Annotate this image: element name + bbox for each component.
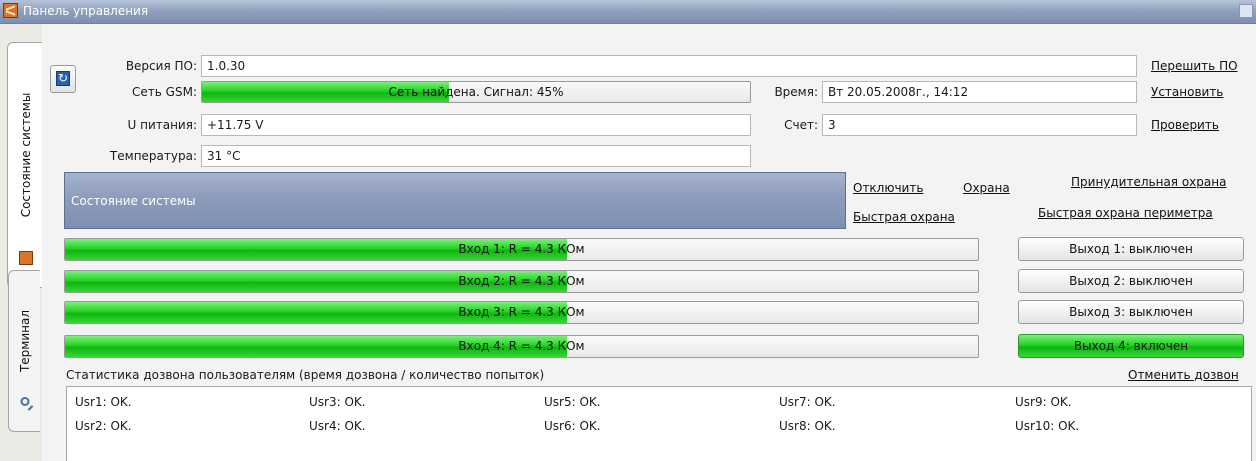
firmware-version-field: 1.0.30: [201, 55, 1137, 77]
user-stat-item: Usr8: OK.: [779, 419, 836, 433]
cancel-dialing-link[interactable]: Отменить дозвон: [1128, 368, 1239, 382]
tab-terminal-label: Терминал: [17, 310, 32, 373]
gsm-label: Сеть GSM:: [132, 85, 197, 99]
user-stat-item: Usr7: OK.: [779, 395, 836, 409]
check-account-link[interactable]: Проверить: [1151, 118, 1219, 132]
title-bar: Панель управления: [0, 0, 1256, 24]
user-stat-item: Usr9: OK.: [1015, 395, 1072, 409]
user-stat-item: Usr1: OK.: [75, 395, 132, 409]
input-2-bar: Вход 2: R = 4.3 КОм: [64, 270, 979, 293]
input-3-label: Вход 3: R = 4.3 КОм: [458, 305, 585, 319]
tab-system-state[interactable]: Состояние системы: [7, 42, 43, 288]
account-label: Счет:: [784, 118, 818, 132]
refresh-button[interactable]: ↻: [50, 65, 76, 93]
system-state-panel: Состояние системы: [64, 172, 846, 229]
account-field: 3: [822, 114, 1137, 136]
quick-arm-link[interactable]: Быстрая охрана: [853, 210, 955, 224]
input-4-label: Вход 4: R = 4.3 КОм: [458, 339, 585, 353]
time-label: Время:: [774, 85, 818, 99]
control-panel-window: Панель управления Состояние системы Терм…: [0, 0, 1256, 461]
window-title: Панель управления: [23, 4, 149, 18]
disarm-link[interactable]: Отключить: [853, 181, 923, 195]
input-2-label: Вход 2: R = 4.3 КОм: [458, 274, 585, 288]
user-stat-item: Usr5: OK.: [544, 395, 601, 409]
voltage-label: U питания:: [127, 118, 198, 132]
magnifier-handle: [27, 405, 33, 411]
input-1-bar: Вход 1: R = 4.3 КОм: [64, 238, 979, 261]
output-4-button[interactable]: Выход 4: включен: [1018, 334, 1244, 358]
output-1-button[interactable]: Выход 1: выключен: [1018, 237, 1244, 261]
refresh-icon: ↻: [56, 71, 70, 86]
reflash-firmware-link[interactable]: Перешить ПО: [1151, 59, 1238, 73]
user-stat-item: Usr6: OK.: [544, 419, 601, 433]
user-stat-item: Usr4: OK.: [309, 419, 366, 433]
output-2-button[interactable]: Выход 2: выключен: [1018, 269, 1244, 293]
temperature-field: 31 °C: [201, 145, 751, 167]
user-stat-item: Usr3: OK.: [309, 395, 366, 409]
system-state-title: Состояние системы: [71, 194, 196, 208]
call-stats-label: Статистика дозвона пользователям (время …: [66, 368, 545, 382]
input-3-bar: Вход 3: R = 4.3 КОм: [64, 301, 979, 324]
magnifier-icon: [20, 397, 33, 411]
firmware-label: Версия ПО:: [125, 59, 197, 73]
window-control-button[interactable]: [1239, 4, 1253, 18]
temperature-label: Температура:: [109, 149, 197, 163]
set-time-link[interactable]: Установить: [1151, 85, 1223, 99]
call-stats-list: Usr1: OK. Usr2: OK. Usr3: OK. Usr4: OK. …: [66, 386, 1252, 461]
user-stat-item: Usr10: OK.: [1015, 419, 1080, 433]
voltage-field: +11.75 V: [201, 114, 751, 136]
time-field: Вт 20.05.2008г., 14:12: [822, 81, 1137, 103]
quick-perimeter-arm-link[interactable]: Быстрая охрана периметра: [1038, 206, 1213, 220]
gsm-status-text: Сеть найдена. Сигнал: 45%: [388, 85, 564, 99]
tab-terminal[interactable]: Терминал: [8, 270, 40, 432]
input-4-bar: Вход 4: R = 4.3 КОм: [64, 335, 979, 358]
forced-arm-link[interactable]: Принудительная охрана: [1071, 175, 1226, 189]
user-stat-item: Usr2: OK.: [75, 419, 132, 433]
input-1-label: Вход 1: R = 4.3 КОм: [458, 242, 585, 256]
app-icon: [3, 3, 18, 18]
tab-system-state-label: Состояние системы: [18, 92, 33, 218]
arm-link[interactable]: Охрана: [963, 181, 1010, 195]
output-3-button[interactable]: Выход 3: выключен: [1018, 300, 1244, 324]
system-state-icon: [18, 251, 33, 265]
gsm-signal-bar: Сеть найдена. Сигнал: 45%: [201, 81, 751, 103]
vertical-tab-strip: Состояние системы Терминал: [0, 24, 43, 461]
